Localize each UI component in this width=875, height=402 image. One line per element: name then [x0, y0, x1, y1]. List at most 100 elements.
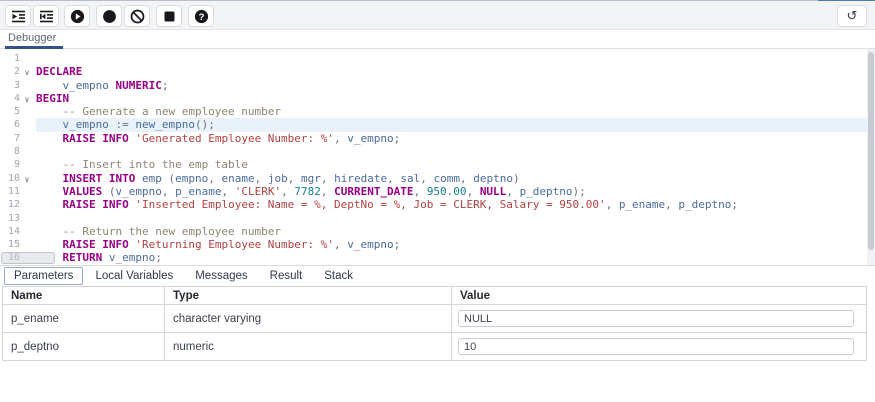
fold-chevron-icon[interactable]: ∨ [20, 66, 34, 79]
code-text: VALUES (v_empno, p_ename, 'CLERK', 7782,… [34, 185, 586, 198]
token-p: , [288, 172, 301, 185]
code-line[interactable]: 16 RETURN v_empno; [0, 251, 867, 264]
token-v: v_empno [347, 132, 393, 145]
line-number: 13 [0, 212, 20, 225]
token-v: deptno [473, 172, 513, 185]
panel-tab-result[interactable]: Result [260, 267, 313, 285]
continue-button[interactable] [64, 5, 90, 27]
token-p: , [321, 185, 334, 198]
code-line[interactable]: 11 VALUES (v_empno, p_ename, 'CLERK', 77… [0, 185, 867, 198]
token-p: , [606, 198, 619, 211]
line-number: 6 [0, 118, 20, 131]
token-c: -- Insert into the emp table [36, 158, 248, 171]
token-k: VALUES [63, 185, 103, 198]
code-line[interactable]: 2∨DECLARE [0, 65, 867, 78]
line-number: 9 [0, 158, 20, 171]
fold-chevron-icon[interactable]: ∨ [20, 93, 34, 106]
token-v: p_ename [619, 198, 665, 211]
code-text: RAISE INFO 'Generated Employee Number: %… [34, 132, 400, 145]
code-text: -- Insert into the emp table [34, 158, 248, 171]
step-into-button[interactable] [5, 5, 31, 27]
token-v: emp [142, 172, 162, 185]
param-value-cell [452, 305, 867, 333]
token-p [36, 238, 63, 251]
code-line[interactable]: 5 -- Generate a new employee number [0, 105, 867, 118]
code-text: -- Generate a new employee number [34, 105, 281, 118]
token-v: job [268, 172, 288, 185]
token-p: ( [162, 172, 175, 185]
fold-chevron-icon[interactable]: ∨ [20, 173, 34, 186]
param-value-input[interactable] [458, 310, 854, 327]
token-p [36, 132, 63, 145]
token-p: , [420, 172, 433, 185]
code-text: v_empno := new_empno(); [34, 118, 215, 131]
token-p: , [321, 172, 334, 185]
token-p: , [334, 238, 347, 251]
code-line[interactable]: 9 -- Insert into the emp table [0, 158, 867, 171]
code-line[interactable]: 4∨BEGIN [0, 92, 867, 105]
token-p: ; [731, 198, 738, 211]
token-v: v_empno [347, 238, 393, 251]
line-number: 10 [0, 172, 20, 185]
token-v: p_deptno [678, 198, 731, 211]
token-v: comm [433, 172, 460, 185]
code-line[interactable]: 12 RAISE INFO 'Inserted Employee: Name =… [0, 198, 867, 211]
code-line[interactable]: 7 RAISE INFO 'Generated Employee Number:… [0, 132, 867, 145]
panel-tab-local-variables[interactable]: Local Variables [85, 267, 183, 285]
token-v: new_empno [135, 118, 195, 131]
token-n: 950.00 [427, 185, 467, 198]
param-name-cell: p_deptno [3, 333, 165, 361]
horizontal-scrollbar-thumb[interactable] [1, 252, 55, 264]
line-number: 7 [0, 132, 20, 145]
stop-button[interactable] [156, 5, 182, 27]
token-k: RAISE INFO [63, 238, 129, 251]
clear-all-breakpoints-button[interactable] [124, 5, 150, 27]
code-line[interactable]: 14 -- Return the new employee number [0, 225, 867, 238]
step-over-button[interactable] [33, 5, 59, 27]
token-p: , [208, 172, 221, 185]
token-s: 'Returning Employee Number: %' [135, 238, 334, 251]
code-line[interactable]: 8 [0, 145, 867, 158]
table-row: p_deptnonumeric [3, 333, 867, 361]
help-button[interactable]: ? [188, 5, 214, 27]
token-c: -- Generate a new employee number [36, 105, 281, 118]
token-p: ); [573, 185, 586, 198]
token-k: RAISE INFO [63, 132, 129, 145]
tab-debugger[interactable]: Debugger [8, 32, 56, 44]
token-p [36, 118, 63, 131]
breakpoint-icon [102, 9, 117, 24]
token-p: , [460, 172, 473, 185]
code-line[interactable]: 3 v_empno NUMERIC; [0, 79, 867, 92]
panel-tab-messages[interactable]: Messages [185, 267, 257, 285]
vertical-scrollbar-thumb[interactable] [868, 52, 874, 250]
token-p: , [665, 198, 678, 211]
param-value-input[interactable] [458, 338, 854, 355]
token-c: -- Return the new employee number [36, 225, 281, 238]
column-header-type: Type [165, 287, 452, 305]
token-p: , [506, 185, 519, 198]
code-text: RAISE INFO 'Inserted Employee: Name = %,… [34, 198, 738, 211]
token-p [36, 172, 63, 185]
panel-tab-parameters[interactable]: Parameters [4, 267, 83, 285]
token-k: CURRENT_DATE [334, 185, 413, 198]
code-line[interactable]: 10∨ INSERT INTO emp (empno, ename, job, … [0, 172, 867, 185]
token-v: v_empno [116, 185, 162, 198]
token-v: mgr [301, 172, 321, 185]
toggle-breakpoint-button[interactable] [96, 5, 122, 27]
token-n: 7782 [294, 185, 321, 198]
panel-tab-stack[interactable]: Stack [314, 267, 363, 285]
line-number: 1 [0, 52, 20, 65]
reset-layout-button[interactable]: ↺ [837, 5, 867, 27]
code-line[interactable]: 15 RAISE INFO 'Returning Employee Number… [0, 238, 867, 251]
token-k: NUMERIC [115, 79, 161, 92]
code-line[interactable]: 13 [0, 212, 867, 225]
line-number: 12 [0, 198, 20, 211]
code-line[interactable]: 6 v_empno := new_empno(); [36, 118, 867, 131]
line-number: 4 [0, 92, 20, 105]
svg-text:?: ? [198, 12, 204, 23]
code-line[interactable]: 1 [0, 52, 867, 65]
token-v: v_empno [109, 251, 155, 264]
code-text: BEGIN [34, 92, 69, 105]
vertical-scrollbar-track[interactable] [867, 49, 875, 265]
code-editor[interactable]: 12∨DECLARE3 v_empno NUMERIC;4∨BEGIN5 -- … [0, 49, 875, 265]
